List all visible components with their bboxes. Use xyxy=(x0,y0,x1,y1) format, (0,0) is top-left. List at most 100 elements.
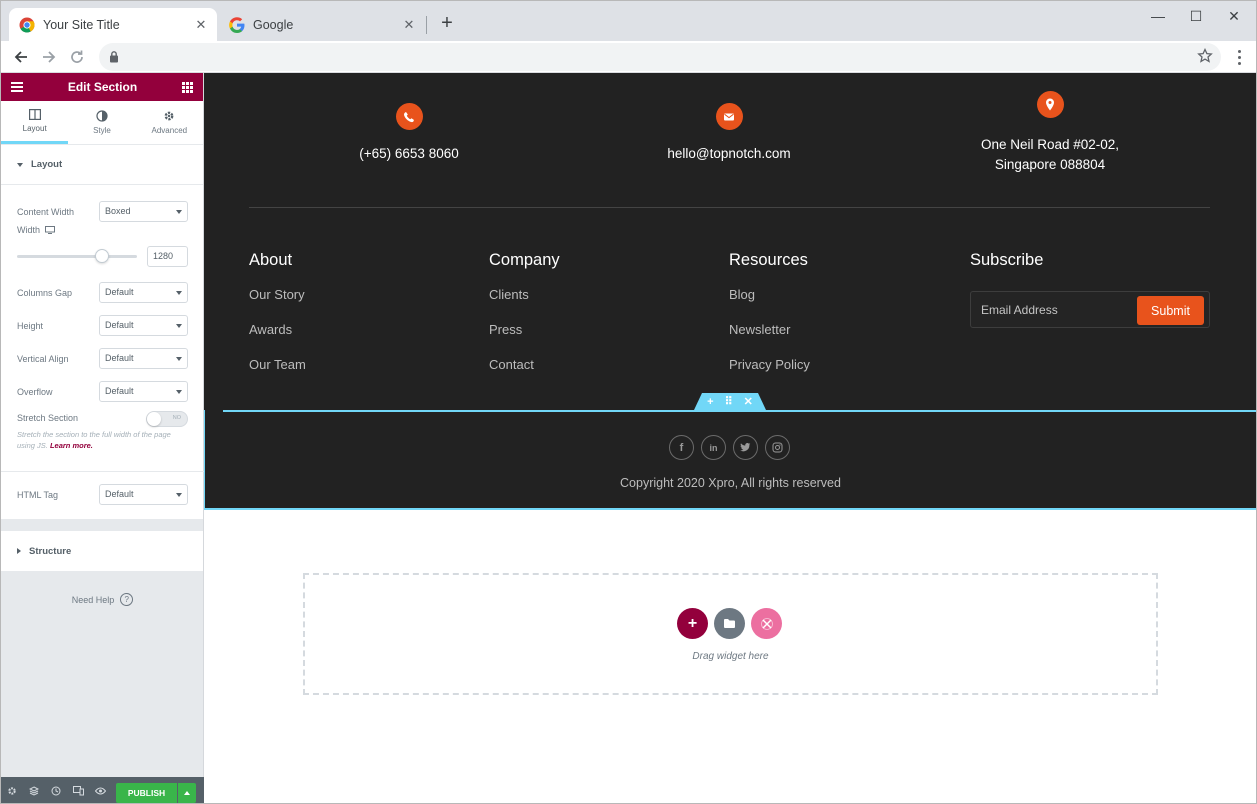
phone-icon xyxy=(395,103,423,130)
footer-column-resources: Resources Blog Newsletter Privacy Policy xyxy=(729,251,810,392)
content-width-select[interactable]: Boxed xyxy=(99,201,188,222)
responsive-mode-icon[interactable] xyxy=(67,777,89,803)
structure-section-header[interactable]: Structure xyxy=(1,531,203,571)
caret-right-icon xyxy=(17,548,21,554)
overflow-select[interactable]: Default xyxy=(99,381,188,402)
instagram-icon[interactable] xyxy=(765,435,790,460)
history-icon[interactable] xyxy=(45,777,67,803)
lock-icon xyxy=(110,51,118,63)
toggle-knob xyxy=(147,412,161,426)
facebook-icon[interactable]: f xyxy=(669,435,694,460)
footer-section[interactable]: (+65) 6653 8060 hello@topnotch.com One N… xyxy=(204,73,1256,509)
tab-layout[interactable]: Layout xyxy=(1,101,69,144)
tab-title: Your Site Title xyxy=(43,17,120,32)
gear-icon xyxy=(164,111,174,121)
publish-options-chevron-up-icon[interactable] xyxy=(178,783,196,803)
delete-section-icon[interactable]: ✕ xyxy=(744,395,753,408)
close-tab-icon[interactable]: ✕ xyxy=(193,17,209,33)
panel-footer: PUBLISH xyxy=(1,777,204,803)
learn-more-link[interactable]: Learn more. xyxy=(50,441,93,450)
forward-button[interactable] xyxy=(37,45,61,69)
width-control-label: Width xyxy=(17,225,56,235)
vertical-align-select[interactable]: Default xyxy=(99,348,188,369)
reload-button[interactable] xyxy=(65,45,89,69)
settings-gear-icon[interactable] xyxy=(1,777,23,803)
close-window-button[interactable]: ✕ xyxy=(1217,5,1251,27)
height-select[interactable]: Default xyxy=(99,315,188,336)
tab-label: Layout xyxy=(22,124,47,133)
browser-window: Your Site Title ✕ Google ✕ + — ☐ ✕ Edit … xyxy=(0,0,1257,804)
tab-style[interactable]: Style xyxy=(68,101,135,144)
tab-google[interactable]: Google ✕ xyxy=(219,8,425,41)
close-tab-icon[interactable]: ✕ xyxy=(401,17,417,33)
twitter-icon[interactable] xyxy=(733,435,758,460)
back-button[interactable] xyxy=(9,45,33,69)
section-handle[interactable]: + ⠿ ✕ xyxy=(694,393,766,410)
height-control: Height Default xyxy=(1,310,204,343)
maximize-button[interactable]: ☐ xyxy=(1179,5,1213,27)
drag-handle-icon[interactable]: ⠿ xyxy=(725,395,733,408)
width-slider-track[interactable] xyxy=(17,255,137,258)
footer-link[interactable]: Our Story xyxy=(249,287,306,322)
need-help-link[interactable]: Need Help ? xyxy=(1,593,204,606)
contact-address: One Neil Road #02-02, Singapore 088804 xyxy=(890,91,1210,175)
footer-link[interactable]: Newsletter xyxy=(729,322,810,357)
contact-phone: (+65) 6653 8060 xyxy=(249,103,569,161)
tab-strip: Your Site Title ✕ Google ✕ + — ☐ ✕ xyxy=(1,1,1256,41)
hamburger-menu-icon[interactable] xyxy=(11,82,23,92)
location-pin-icon xyxy=(1036,91,1064,118)
add-section-icon[interactable]: + xyxy=(707,396,713,408)
browser-menu-icon[interactable] xyxy=(1229,45,1249,69)
layout-section: Layout Content Width Boxed Width 1280 Co… xyxy=(1,145,204,519)
minimize-button[interactable]: — xyxy=(1141,5,1175,27)
footer-link[interactable]: Awards xyxy=(249,322,306,357)
tab-separator xyxy=(426,16,427,34)
footer-link[interactable]: Contact xyxy=(489,357,560,392)
column-title: Resources xyxy=(729,251,808,269)
tab-advanced[interactable]: Advanced xyxy=(136,101,203,144)
section-selection-border-left xyxy=(204,410,205,509)
columns-gap-select[interactable]: Default xyxy=(99,282,188,303)
address-line-1: One Neil Road #02-02, xyxy=(980,137,1120,152)
layers-icon[interactable] xyxy=(23,777,45,803)
html-tag-select[interactable]: Default xyxy=(99,484,188,505)
widgets-grid-icon[interactable] xyxy=(182,81,193,93)
add-section-dropzone[interactable]: + Drag widget here xyxy=(303,573,1158,695)
tab-title: Google xyxy=(253,17,294,32)
tab-your-site-title[interactable]: Your Site Title ✕ xyxy=(9,8,217,41)
new-tab-button[interactable]: + xyxy=(437,13,457,33)
footer-link[interactable]: Privacy Policy xyxy=(729,357,810,392)
xpro-templates-icon[interactable] xyxy=(751,608,782,639)
address-line-2: Singapore 088804 xyxy=(994,157,1106,172)
linkedin-icon[interactable]: in xyxy=(701,435,726,460)
footer-link[interactable]: Our Team xyxy=(249,357,306,392)
address-bar[interactable] xyxy=(99,43,1221,71)
arrow-right-icon xyxy=(43,51,56,63)
email-input[interactable]: Email Address xyxy=(981,303,1058,317)
control-label: Columns Gap xyxy=(17,288,73,298)
publish-button[interactable]: PUBLISH xyxy=(116,783,177,803)
desktop-icon[interactable] xyxy=(45,226,56,234)
reload-icon xyxy=(71,50,83,63)
control-label: HTML Tag xyxy=(17,490,59,500)
preview-eye-icon[interactable] xyxy=(89,777,111,803)
copyright-text: Copyright 2020 Xpro, All rights reserved xyxy=(620,476,841,490)
stretch-desc-text: Stretch the section to the full width of… xyxy=(17,430,171,450)
submit-button[interactable]: Submit xyxy=(1137,296,1204,325)
add-new-section-button[interactable]: + xyxy=(677,608,708,639)
bookmark-star-icon[interactable] xyxy=(1197,48,1213,64)
footer-link[interactable]: Press xyxy=(489,322,560,357)
footer-link[interactable]: Blog xyxy=(729,287,810,322)
tab-label: Advanced xyxy=(151,126,188,135)
footer-link[interactable]: Clients xyxy=(489,287,560,322)
tab-label: Style xyxy=(93,126,111,135)
divider xyxy=(1,471,204,472)
columns-icon xyxy=(28,109,41,120)
width-slider-handle[interactable] xyxy=(95,249,109,263)
width-input[interactable]: 1280 xyxy=(147,246,188,267)
stretch-section-toggle[interactable]: NO xyxy=(146,411,188,427)
phone-text: (+65) 6653 8060 xyxy=(359,146,459,161)
column-title: Subscribe xyxy=(970,251,1044,269)
layout-section-header[interactable]: Layout xyxy=(1,145,203,185)
add-template-folder-icon[interactable] xyxy=(714,608,745,639)
